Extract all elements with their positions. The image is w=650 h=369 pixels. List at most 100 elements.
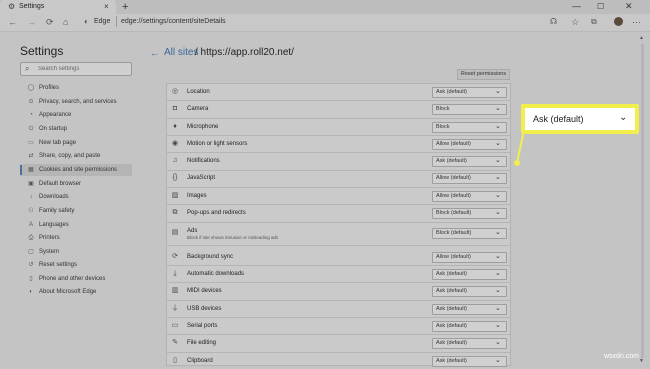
sidebar-item[interactable] [20, 232, 132, 244]
permission-value: Ask (default) [436, 288, 467, 294]
serial-port-icon: ▭ [171, 322, 179, 329]
sensor-icon: ◉ [171, 140, 179, 147]
refresh-icon[interactable]: ⟳ [46, 15, 54, 29]
maximize-button[interactable]: ☐ [597, 0, 604, 13]
sidebar-item[interactable] [20, 205, 132, 217]
more-options-icon[interactable]: ⋯ [632, 15, 641, 29]
permission-value: Ask (default) [436, 340, 467, 346]
location-icon: ◎ [171, 88, 179, 95]
midi-icon: ▥ [171, 287, 179, 294]
share-icon: ⇄ [28, 153, 34, 159]
back-arrow-icon[interactable]: ← [150, 48, 159, 58]
cookie-icon: ▦ [28, 167, 34, 173]
chevron-down-icon: ⌄ [495, 105, 501, 112]
forward-icon[interactable]: → [27, 15, 36, 29]
minimize-button[interactable]: — [572, 0, 581, 12]
tab-title: Settings [19, 3, 45, 10]
permission-label: File editing [187, 340, 217, 346]
permission-label: Motion or light sensors [187, 141, 248, 147]
permission-value: Ask (default) [436, 89, 467, 95]
palette-icon: ◔ [29, 112, 33, 118]
url-text[interactable]: edge://settings/content/siteDetails [121, 17, 226, 27]
permission-label: JavaScript [187, 175, 216, 181]
browser-label: Edge [94, 18, 111, 25]
lock-icon: ⊙ [28, 99, 34, 105]
scroll-up-icon[interactable]: ▲ [639, 35, 644, 41]
sidebar-item-label: On startup [39, 126, 68, 132]
scroll-down-icon[interactable]: ▼ [639, 358, 644, 364]
permission-label: MIDI devices [187, 288, 222, 294]
page-title: / https://app.roll20.net/ [195, 47, 294, 58]
tab-close-icon[interactable]: × [104, 2, 109, 12]
permission-label: Serial ports [187, 323, 218, 329]
collections-icon[interactable]: ⧉ [591, 15, 597, 29]
chevron-down-icon: ⌄ [495, 88, 501, 95]
scrollbar[interactable] [641, 44, 644, 358]
back-icon[interactable]: ← [8, 15, 17, 29]
read-aloud-icon[interactable]: ☊ [550, 15, 557, 29]
sidebar-item[interactable] [20, 219, 132, 231]
permission-label: Location [187, 89, 210, 95]
permission-label: USB devices [187, 306, 222, 312]
tab-settings[interactable] [0, 0, 116, 14]
chevron-down-icon: ⌄ [495, 123, 501, 130]
download-icon: ⤓ [173, 270, 177, 277]
permission-value: Block [436, 124, 450, 130]
sidebar-item[interactable] [20, 82, 132, 94]
reset-icon: ↺ [28, 262, 34, 268]
power-icon: ⏻ [28, 126, 34, 132]
edge-logo-icon: ◐ [84, 17, 89, 26]
close-window-button[interactable]: ✕ [625, 0, 633, 13]
permission-label: Camera [187, 106, 209, 112]
sidebar-item-label: Share, copy, and paste [39, 153, 101, 159]
home-icon[interactable]: ⌂ [63, 15, 68, 29]
chevron-down-icon: ⌄ [495, 192, 501, 199]
permission-value: Allow (default) [436, 254, 471, 260]
row-divider [166, 245, 511, 246]
sidebar-item-label: New tab page [39, 140, 77, 146]
active-indicator [20, 165, 22, 175]
chevron-down-icon: ⌄ [619, 112, 628, 123]
search-icon: ⌕ [25, 64, 30, 73]
sidebar-item[interactable] [20, 109, 132, 121]
search-input[interactable] [38, 63, 128, 75]
avatar[interactable] [614, 17, 623, 26]
new-tab-button[interactable]: + [122, 1, 128, 13]
permission-value: Ask (default) [436, 158, 467, 164]
permission-value: Block (default) [436, 210, 472, 216]
sidebar-item-label: Appearance [39, 112, 72, 118]
permission-value: Block (default) [436, 230, 472, 236]
sidebar-item[interactable] [20, 123, 132, 135]
permission-value: Ask (default) [436, 271, 467, 277]
bell-icon: ♫ [172, 157, 178, 164]
sidebar-item-label: Languages [39, 222, 69, 228]
sidebar-item-label: Printers [39, 235, 60, 241]
row-divider [166, 222, 511, 223]
url-divider [116, 16, 117, 27]
chevron-down-icon: ⌄ [495, 287, 501, 294]
sidebar-item[interactable] [20, 246, 132, 258]
microphone-icon: ♦ [173, 123, 177, 130]
download-icon: ↓ [29, 194, 33, 200]
chevron-down-icon: ⌄ [495, 157, 501, 164]
permission-value: Block [436, 106, 450, 112]
reset-permissions-button[interactable]: Reset permissions [457, 69, 510, 80]
permission-label: Automatic downloads [187, 271, 245, 277]
printer-icon: ⎙ [28, 235, 34, 241]
permission-label: Pop-ups and redirects [187, 210, 246, 216]
favorites-icon[interactable]: ☆ [571, 15, 579, 29]
sidebar-item[interactable] [20, 191, 132, 203]
sidebar-item-label: Default browser [39, 181, 82, 187]
chevron-down-icon: ⌄ [495, 305, 501, 312]
sync-icon: ⟳ [172, 253, 178, 260]
sidebar-item-label: About Microsoft Edge [39, 289, 97, 295]
sidebar-item-label: Cookies and site permissions [39, 167, 118, 173]
phone-icon: ▯ [29, 276, 33, 282]
chevron-down-icon: ⌄ [495, 174, 501, 181]
breadcrumb-all-sites[interactable]: All sites [164, 47, 198, 59]
popup-icon: ⧉ [172, 209, 178, 216]
watermark: wsxdn.com [604, 353, 640, 360]
person-icon: ◯ [27, 85, 35, 91]
sidebar-item-label: System [39, 249, 60, 255]
permission-value: Allow (default) [436, 141, 471, 147]
